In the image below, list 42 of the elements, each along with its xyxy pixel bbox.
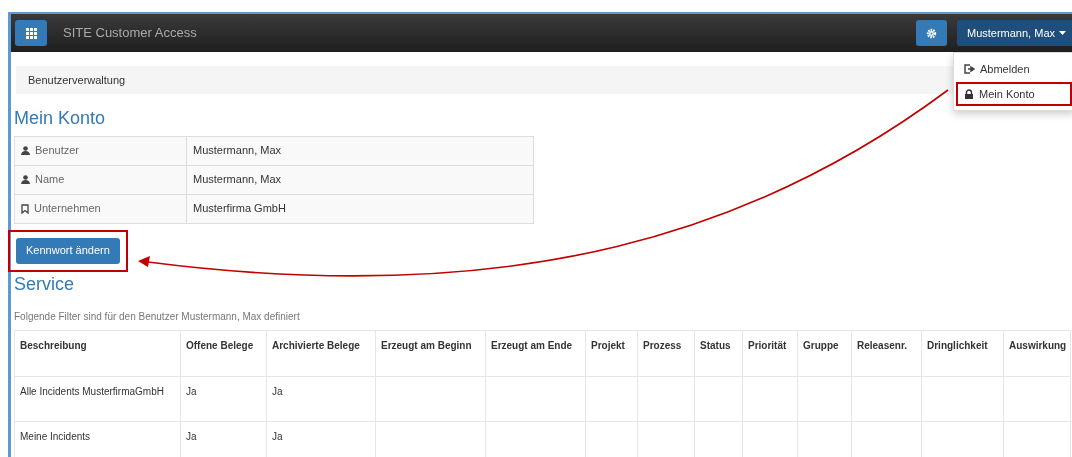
settings-icon: [925, 27, 937, 39]
settings-button[interactable]: [915, 20, 947, 46]
table-cell: Meine Incidents: [14, 421, 181, 457]
column-header: Prozess: [637, 330, 695, 377]
field-label: Benutzer: [35, 143, 80, 159]
column-header: Erzeugt am Beginn: [375, 330, 486, 377]
caret-icon: [1059, 31, 1066, 35]
logout-icon: [964, 64, 975, 75]
user-menu-button[interactable]: Mustermann, Max: [956, 20, 1072, 46]
field-label: Unternehmen: [34, 201, 101, 217]
lock-icon: [964, 88, 974, 99]
column-header: Releasenr.: [851, 330, 922, 377]
breadcrumb[interactable]: Benutzerverwaltung: [28, 71, 126, 89]
table-cell: Alle Incidents MusterfirmaGmbH: [14, 376, 181, 422]
column-header: Priorität: [742, 330, 798, 377]
app-title: SITE Customer Access: [63, 24, 197, 43]
column-header: Dringlichkeit: [921, 330, 1004, 377]
apps-button[interactable]: [15, 20, 47, 46]
column-header: Erzeugt am Ende: [485, 330, 586, 377]
column-header: Archivierte Belege: [266, 330, 376, 377]
filter-note: Folgende Filter sind für den Benutzer Mustermann, Max definiert: [14, 310, 301, 325]
bookmark-icon: [21, 203, 29, 214]
field-value: Mustermann, Max: [186, 136, 534, 166]
column-header: Beschreibung: [14, 330, 181, 377]
change-password-button[interactable]: Kennwort ändern: [16, 237, 120, 264]
menu-item[interactable]: Mein Konto: [956, 81, 1072, 106]
user-icon: [21, 175, 30, 185]
table-cell: Ja: [266, 376, 376, 422]
table-cell: Ja: [180, 376, 267, 422]
section-heading: Mein Konto: [14, 108, 107, 130]
column-header: Status: [694, 330, 743, 377]
section-heading: Service: [14, 273, 76, 296]
user-icon: [21, 146, 30, 156]
column-header: Offene Belege: [180, 330, 267, 377]
grid-icon: [25, 27, 37, 39]
column-header: Auswirkung: [1003, 330, 1071, 377]
column-header: Projekt: [585, 330, 638, 377]
field-value: Musterfirma GmbH: [186, 194, 534, 224]
menu-item[interactable]: Abmelden: [956, 57, 1072, 82]
column-header: Gruppe: [797, 330, 852, 377]
field-value: Mustermann, Max: [186, 165, 534, 195]
field-label: Name: [35, 172, 65, 188]
